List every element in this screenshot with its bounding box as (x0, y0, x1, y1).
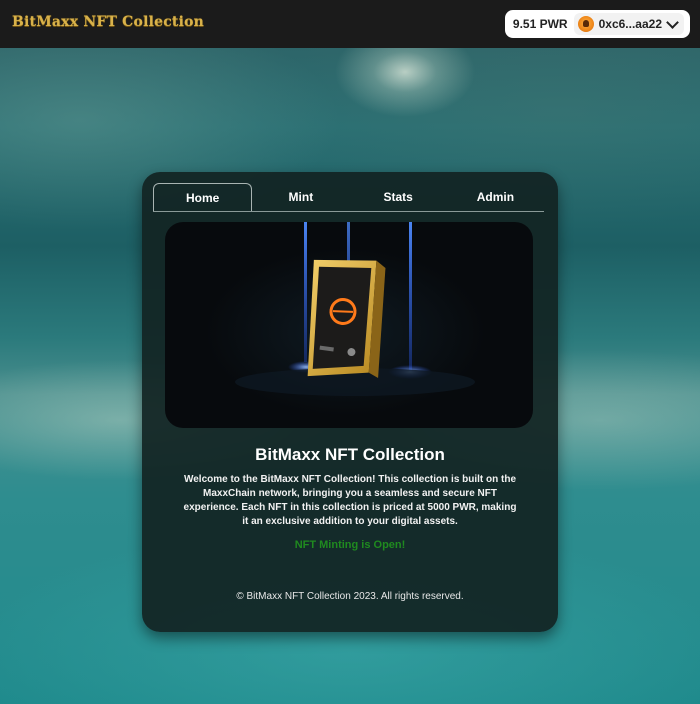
page-title: BitMaxx NFT Collection (255, 445, 445, 464)
chevron-down-icon (666, 15, 679, 29)
wallet-widget[interactable]: 9.51 PWR 0xc6...aa22 (504, 10, 690, 38)
tab-bar: Home Mint Stats Admin (153, 183, 544, 212)
account-button[interactable]: 0xc6...aa22 (573, 13, 684, 35)
copyright-footer: © BitMaxx NFT Collection 2023. All right… (236, 591, 464, 602)
account-avatar-icon (577, 16, 594, 32)
tab-mint[interactable]: Mint (252, 183, 349, 211)
collection-description: Welcome to the BitMaxx NFT Collection! T… (183, 474, 517, 527)
tab-stats[interactable]: Stats (350, 183, 447, 211)
top-bar: BitMaxx NFT Collection 9.51 PWR 0xc6...a… (0, 0, 700, 48)
brand-logo-text[interactable]: BitMaxx NFT Collection (12, 14, 204, 30)
wallet-address: 0xc6...aa22 (598, 17, 662, 31)
hero-image (165, 222, 533, 428)
wallet-balance[interactable]: 9.51 PWR (513, 17, 568, 31)
nft-card-illustration (235, 222, 475, 396)
main-card: Home Mint Stats Admin BitMaxx NFT Collec… (142, 172, 558, 632)
minting-status: NFT Minting is Open! (294, 539, 406, 551)
tab-home[interactable]: Home (153, 183, 253, 211)
tab-admin[interactable]: Admin (447, 183, 544, 211)
